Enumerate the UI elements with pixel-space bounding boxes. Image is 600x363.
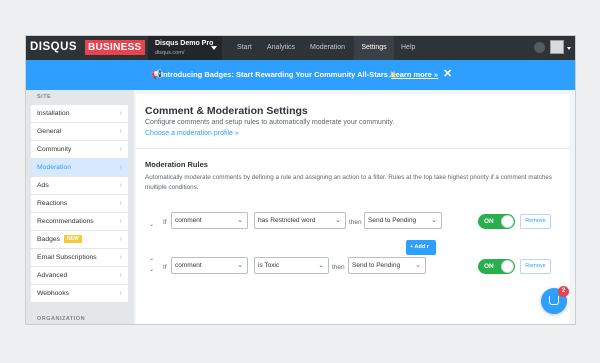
- sidebar-item-recommendations[interactable]: Recommendations ›: [31, 213, 128, 231]
- chevron-right-icon: ›: [119, 182, 122, 189]
- disqus-logo[interactable]: DISQUS: [30, 41, 77, 53]
- rule-row: ⌃ ⌄ If comment ⌄ is Toxic ⌄ then Send to P…: [136, 256, 569, 286]
- sidebar-list: Installation › General › Community › Modera…: [31, 105, 128, 303]
- chevron-down-icon: ⌄: [237, 262, 243, 269]
- sidebar-item-general[interactable]: General ›: [31, 123, 128, 141]
- remove-rule-button[interactable]: Remove: [520, 259, 551, 274]
- sidebar-item-reactions[interactable]: Reactions ›: [31, 195, 128, 213]
- action-select[interactable]: Send to Pending ⌄: [348, 257, 426, 274]
- announcement-banner: 📢 Introducing Badges: Start Rewarding Yo…: [26, 60, 575, 90]
- sidebar-heading-site: SITE: [37, 94, 52, 100]
- page-subtitle: Configure comments and setup rules to au…: [145, 119, 395, 126]
- chat-icon: [549, 296, 559, 305]
- rules-title: Moderation Rules: [145, 160, 208, 169]
- remove-rule-button[interactable]: Remove: [520, 214, 551, 229]
- nav-start[interactable]: Start: [237, 36, 252, 60]
- if-label: If: [163, 219, 167, 226]
- chevron-right-icon: ›: [119, 290, 122, 297]
- banner-text: Introducing Badges: Start Rewarding Your…: [161, 70, 398, 79]
- if-label: If: [163, 264, 167, 271]
- chevron-right-icon: ›: [119, 164, 122, 171]
- rule-row: ⌄ If comment ⌄ has Restricted word ⌄ then …: [136, 211, 569, 241]
- field-select[interactable]: comment ⌄: [171, 212, 248, 229]
- chevron-right-icon: ›: [119, 254, 122, 261]
- chevron-right-icon: ›: [119, 272, 122, 279]
- sidebar-item-badges[interactable]: Badges NEW ›: [31, 231, 128, 249]
- condition-select[interactable]: is Toxic ⌄: [254, 257, 329, 274]
- chevron-right-icon: ›: [119, 200, 122, 207]
- caret-down-icon[interactable]: [567, 47, 571, 50]
- business-badge: BUSINESS: [85, 40, 145, 55]
- action-select[interactable]: Send to Pending ⌄: [364, 212, 442, 229]
- learn-more-link[interactable]: Learn more »: [391, 70, 438, 79]
- add-rule-button[interactable]: + Add r: [406, 240, 436, 255]
- sidebar-item-advanced[interactable]: Advanced ›: [31, 267, 128, 285]
- site-switcher[interactable]: Disqus Demo Pro disqus.com/: [148, 36, 222, 60]
- divider: [136, 148, 569, 149]
- page-title: Comment & Moderation Settings: [145, 105, 308, 117]
- chevron-down-icon: ⌄: [335, 217, 341, 224]
- sidebar-item-moderation[interactable]: Moderation ›: [31, 159, 128, 177]
- chevron-down-icon: ⌄: [415, 262, 421, 269]
- sidebar-item-email-subscriptions[interactable]: Email Subscriptions ›: [31, 249, 128, 267]
- sidebar-item-webhooks[interactable]: Webhooks ›: [31, 285, 128, 303]
- moderation-profile-link[interactable]: Choose a moderation profile »: [145, 130, 239, 137]
- site-url: disqus.com/: [155, 50, 185, 56]
- rule-toggle[interactable]: ON: [478, 214, 515, 229]
- condition-select[interactable]: has Restricted word ⌄: [254, 212, 346, 229]
- notification-icon[interactable]: [534, 42, 545, 53]
- settings-sidebar: SITE Installation › General › Community › M…: [26, 90, 134, 324]
- then-label: then: [332, 264, 345, 271]
- sidebar-heading-organization: ORGANIZATION: [37, 316, 86, 322]
- nav-moderation[interactable]: Moderation: [310, 36, 345, 60]
- move-down-icon[interactable]: ⌄: [149, 221, 154, 228]
- app-window: DISQUS BUSINESS Disqus Demo Pro disqus.c…: [25, 35, 576, 325]
- move-down-icon[interactable]: ⌄: [149, 266, 154, 273]
- nav-settings[interactable]: Settings: [354, 36, 394, 60]
- main-content: Comment & Moderation Settings Configure …: [136, 94, 569, 324]
- chevron-right-icon: ›: [119, 218, 122, 225]
- toggle-knob: [501, 260, 514, 273]
- then-label: then: [349, 219, 362, 226]
- move-up-icon[interactable]: ⌃: [149, 258, 154, 265]
- chevron-right-icon: ›: [119, 128, 122, 135]
- avatar[interactable]: [550, 40, 564, 54]
- sidebar-item-installation[interactable]: Installation ›: [31, 105, 128, 123]
- new-badge: NEW: [64, 235, 82, 243]
- sidebar-item-community[interactable]: Community ›: [31, 141, 128, 159]
- toggle-knob: [501, 215, 514, 228]
- nav-analytics[interactable]: Analytics: [267, 36, 295, 60]
- chevron-right-icon: ›: [119, 236, 122, 243]
- caret-down-icon: [211, 46, 217, 50]
- field-select[interactable]: comment ⌄: [171, 257, 248, 274]
- chevron-right-icon: ›: [119, 146, 122, 153]
- site-name: Disqus Demo Pro: [155, 40, 214, 47]
- rules-description: Automatically moderate comments by defin…: [145, 174, 553, 191]
- chevron-down-icon: ⌄: [237, 217, 243, 224]
- close-icon[interactable]: ✕: [443, 67, 452, 80]
- chevron-down-icon: ⌄: [318, 262, 324, 269]
- top-nav-bar: DISQUS BUSINESS Disqus Demo Pro disqus.c…: [26, 36, 575, 60]
- nav-help[interactable]: Help: [401, 36, 415, 60]
- sidebar-item-ads[interactable]: Ads ›: [31, 177, 128, 195]
- chevron-right-icon: ›: [119, 110, 122, 117]
- chevron-down-icon: ⌄: [431, 217, 437, 224]
- chat-count-badge: 2: [558, 286, 569, 297]
- rule-toggle[interactable]: ON: [478, 259, 515, 274]
